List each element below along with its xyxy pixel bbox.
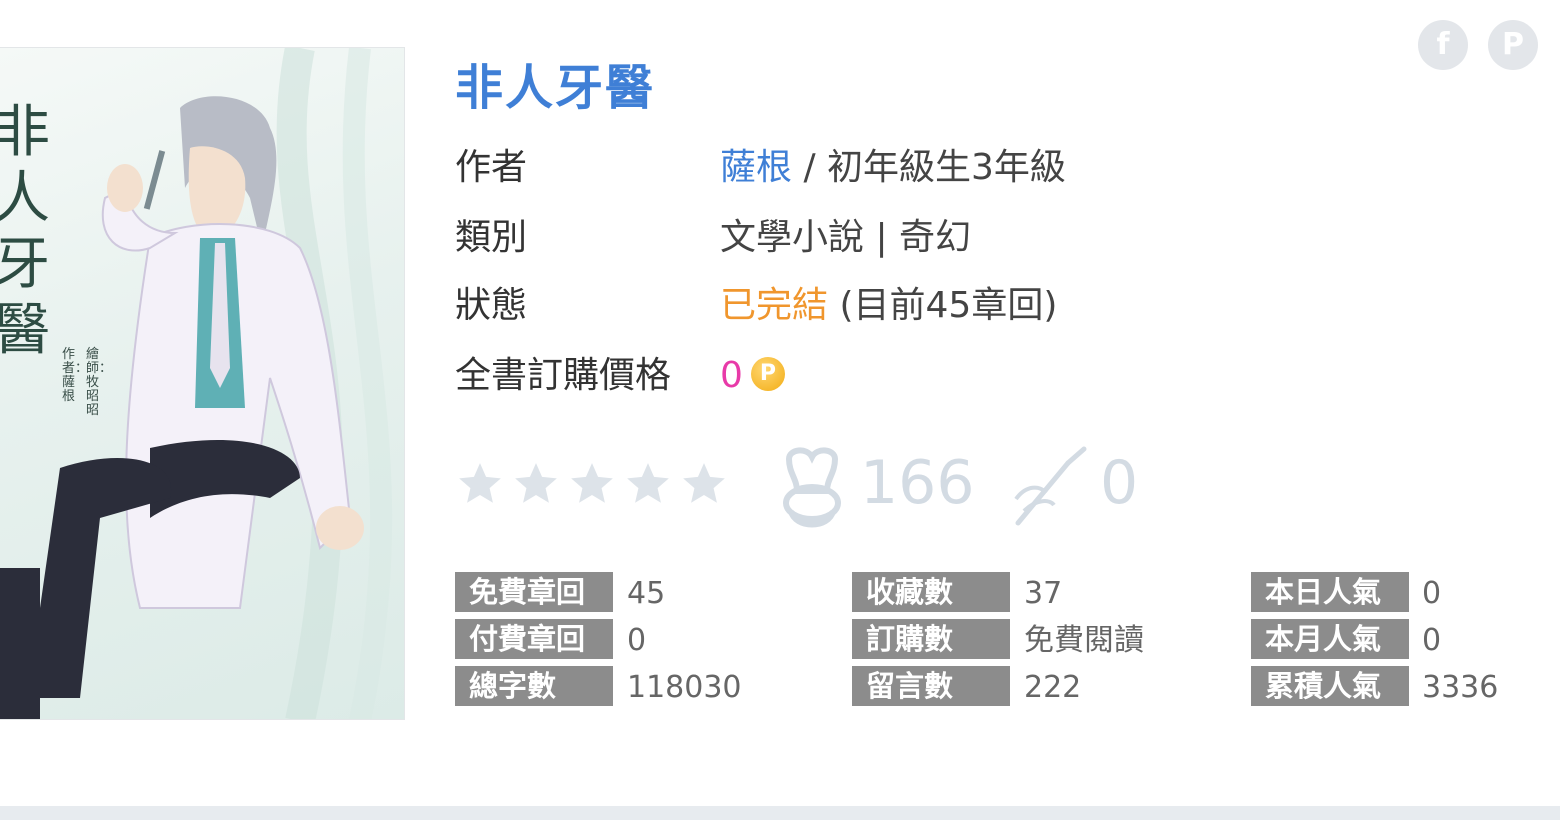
author-label: 作者: [455, 147, 528, 188]
author-rank: / 初年級生3年級: [792, 147, 1066, 188]
star-icon[interactable]: [511, 459, 561, 509]
stat-value-word-count: 118030: [627, 670, 742, 705]
coin-icon: P: [750, 357, 785, 391]
star-icon[interactable]: [623, 459, 673, 509]
stat-label-monthly-popularity: 本月人氣: [1251, 619, 1409, 659]
stat-value-total-popularity: 3336: [1422, 670, 1499, 705]
rating-row: 166 0: [455, 445, 1215, 535]
stat-value-paid-chapters: 0: [627, 623, 647, 658]
book-cover[interactable]: 非人牙醫 繪師：牧昭昭 作者：薩根: [0, 47, 405, 720]
stat-value-daily-popularity: 0: [1422, 576, 1442, 611]
price-label: 全書訂購價格: [455, 355, 672, 396]
star-icon[interactable]: [567, 459, 617, 509]
like-tooth-icon[interactable]: [777, 445, 847, 533]
price-row: 全書訂購價格 0P: [455, 351, 1155, 401]
category-label: 類別: [455, 217, 528, 258]
stat-label-daily-popularity: 本日人氣: [1251, 572, 1409, 612]
facebook-share-icon[interactable]: f: [1418, 20, 1468, 70]
status-value: 已完結: [720, 285, 829, 326]
stat-value-subscriptions: 免費閱讀: [1024, 623, 1144, 658]
status-detail: (目前45章回): [828, 285, 1058, 326]
cover-illustration: [0, 48, 393, 719]
stat-value-free-chapters: 45: [627, 576, 666, 611]
stat-label-free-chapters: 免費章回: [455, 572, 613, 612]
dislikes-count: 0: [1100, 448, 1139, 518]
stat-label-word-count: 總字數: [455, 666, 613, 706]
stat-value-favorites: 37: [1024, 576, 1063, 611]
cover-credit-author: 作者：薩根: [62, 347, 89, 404]
stat-label-comments: 留言數: [852, 666, 1010, 706]
status-row: 狀態 已完結 (目前45章回): [455, 281, 1155, 331]
plurk-share-icon[interactable]: P: [1488, 20, 1538, 70]
stat-label-total-popularity: 累積人氣: [1251, 666, 1409, 706]
stat-label-paid-chapters: 付費章回: [455, 619, 613, 659]
stat-label-subscriptions: 訂購數: [852, 619, 1010, 659]
category-row: 類別 文學小說 | 奇幻: [455, 213, 1155, 263]
bottom-divider: [0, 806, 1560, 820]
cover-title-text: 非人牙醫: [0, 100, 50, 364]
author-row: 作者 薩根 / 初年級生3年級: [455, 143, 1155, 193]
stat-value-comments: 222: [1024, 670, 1082, 705]
star-icon[interactable]: [455, 459, 505, 509]
category-value[interactable]: 文學小說 | 奇幻: [720, 213, 971, 263]
stat-value-monthly-popularity: 0: [1422, 623, 1442, 658]
status-label: 狀態: [455, 285, 528, 326]
star-rating[interactable]: [455, 459, 735, 509]
star-icon[interactable]: [679, 459, 729, 509]
dislike-fork-icon[interactable]: [1010, 445, 1090, 529]
likes-count: 166: [860, 448, 975, 518]
stat-label-favorites: 收藏數: [852, 572, 1010, 612]
author-link[interactable]: 薩根: [720, 147, 792, 188]
cover-credit-illustrator: 繪師：牧昭昭: [86, 347, 113, 418]
price-value: 0: [720, 355, 743, 396]
book-title[interactable]: 非人牙醫: [455, 56, 655, 120]
